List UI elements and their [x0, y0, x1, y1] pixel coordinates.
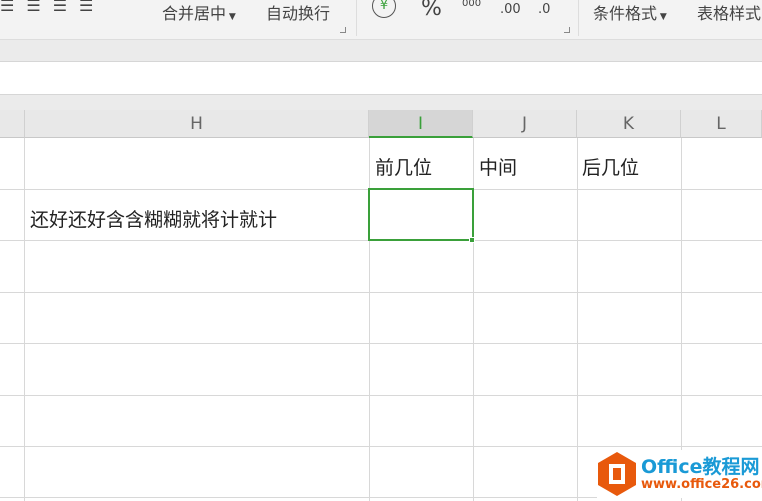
header-gap [0, 95, 762, 110]
increase-decimal-button[interactable]: .00 [500, 2, 521, 17]
chevron-down-icon: ▼ [657, 12, 667, 22]
conditional-format-label: 条件格式 [593, 4, 658, 23]
toolbar-gap [0, 40, 762, 61]
chevron-down-icon: ▼ [226, 12, 236, 22]
formula-bar[interactable] [0, 61, 762, 95]
decrease-decimal-button[interactable]: .0 [538, 2, 550, 17]
thousands-button[interactable]: 000 [462, 0, 481, 9]
table-style-button[interactable]: 表格样式 [697, 0, 761, 24]
wrap-text-button[interactable]: 自动换行 [266, 0, 330, 24]
column-header-h[interactable]: H [25, 110, 369, 138]
watermark-url: www.office26.com [641, 477, 762, 492]
select-all-corner[interactable] [0, 110, 25, 138]
column-header-k[interactable]: K [577, 110, 681, 138]
grid-line [0, 343, 762, 344]
currency-icon[interactable]: ¥ [372, 0, 396, 18]
divider [356, 0, 357, 36]
grid-line [0, 292, 762, 293]
watermark-title: Office教程网 [641, 456, 760, 478]
conditional-format-button[interactable]: 条件格式 ▼ [593, 0, 667, 24]
merge-center-label: 合并居中 [162, 4, 227, 23]
grid-line [0, 395, 762, 396]
column-header-i[interactable]: I [369, 110, 473, 138]
cell-i1[interactable]: 前几位 [375, 153, 432, 180]
divider [578, 0, 579, 36]
column-header-j[interactable]: J [473, 110, 577, 138]
cell-k1[interactable]: 后几位 [582, 153, 639, 180]
column-header-l[interactable]: L [681, 110, 762, 138]
cell-h2[interactable]: 还好还好含含糊糊就将计就计 [30, 205, 277, 232]
fill-handle[interactable] [469, 237, 475, 243]
grid-line [0, 446, 762, 447]
ribbon: ☰☰☰☰ 合并居中 ▼ 自动换行 ¥ % 000 .00 .0 条件格式 ▼ 表… [0, 0, 762, 40]
dialog-launcher-icon[interactable] [564, 27, 570, 33]
merge-center-button[interactable]: 合并居中 ▼ [162, 0, 236, 24]
dialog-launcher-icon[interactable] [340, 27, 346, 33]
percent-button[interactable]: % [421, 0, 442, 21]
active-cell-i2[interactable] [368, 188, 474, 241]
align-icons[interactable]: ☰☰☰☰ [0, 0, 105, 15]
office-logo-icon [598, 452, 636, 496]
watermark-logo: Office教程网 www.office26.com [597, 450, 762, 498]
cell-j1[interactable]: 中间 [479, 153, 517, 180]
